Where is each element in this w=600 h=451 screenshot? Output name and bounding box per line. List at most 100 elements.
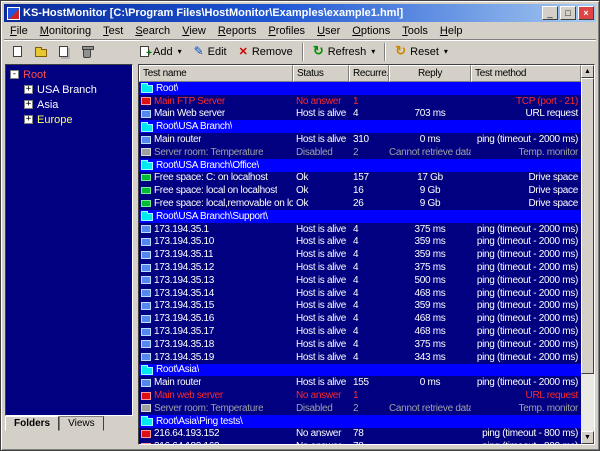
- test-row[interactable]: Main router Host is alive 155 0 ms ping (tim…: [139, 376, 581, 389]
- test-recurrences: 4: [353, 223, 359, 235]
- tree-node-asia[interactable]: + Asia: [6, 97, 132, 112]
- folder-row[interactable]: Root\USA Branch\Office\: [139, 158, 581, 172]
- reset-button[interactable]: Reset ▾: [389, 42, 454, 62]
- menu-options[interactable]: Options: [346, 23, 396, 39]
- tree-node-usa-branch[interactable]: + USA Branch: [6, 82, 132, 97]
- menu-view[interactable]: View: [176, 23, 212, 39]
- maximize-button[interactable]: □: [560, 6, 576, 20]
- close-button[interactable]: ×: [578, 6, 594, 20]
- folder-row[interactable]: Root\Asia\: [139, 363, 581, 377]
- column-header-test-name[interactable]: Test name: [139, 65, 293, 82]
- dropdown-arrow-icon[interactable]: ▾: [371, 47, 375, 56]
- scrollbar-thumb[interactable]: [581, 78, 594, 374]
- menu-reports[interactable]: Reports: [212, 23, 263, 39]
- add-button[interactable]: Add ▾: [134, 42, 188, 62]
- test-name: Main FTP Server: [154, 95, 225, 107]
- expand-icon[interactable]: +: [24, 115, 33, 124]
- refresh-button[interactable]: Refresh ▾: [307, 42, 381, 62]
- tree-node-europe[interactable]: + Europe: [6, 112, 132, 127]
- test-row[interactable]: Main FTP Server No answer 1 TCP (port - 21): [139, 95, 581, 108]
- test-row[interactable]: 173.194.35.17 Host is alive 4 468 ms ping (t…: [139, 325, 581, 338]
- menu-user[interactable]: User: [311, 23, 346, 39]
- test-row[interactable]: 173.194.35.14 Host is alive 4 468 ms ping (t…: [139, 287, 581, 300]
- menu-help[interactable]: Help: [434, 23, 469, 39]
- menu-monitoring[interactable]: Monitoring: [34, 23, 97, 39]
- tree-node-root[interactable]: - Root: [6, 67, 132, 82]
- menu-test[interactable]: Test: [97, 23, 129, 39]
- test-row[interactable]: Server room: Temperature Disabled 2 Cannot …: [139, 402, 581, 415]
- test-row[interactable]: 173.194.35.16 Host is alive 4 468 ms ping (t…: [139, 312, 581, 325]
- vertical-scrollbar[interactable]: ▲ ▼: [581, 65, 594, 444]
- expand-icon[interactable]: +: [24, 100, 33, 109]
- test-method: TCP (port - 21): [516, 95, 578, 107]
- copy-button[interactable]: [53, 42, 74, 62]
- test-row[interactable]: 173.194.35.18 Host is alive 4 375 ms ping (t…: [139, 338, 581, 351]
- scroll-down-button[interactable]: ▼: [581, 431, 594, 444]
- remove-button[interactable]: Remove: [233, 42, 299, 62]
- test-row[interactable]: 173.194.35.12 Host is alive 4 375 ms ping (t…: [139, 261, 581, 274]
- test-row[interactable]: 173.194.35.11 Host is alive 4 359 ms ping (t…: [139, 248, 581, 261]
- menu-search[interactable]: Search: [129, 23, 176, 39]
- scroll-up-button[interactable]: ▲: [581, 65, 594, 78]
- test-method: ping (timeout - 2000 ms): [476, 236, 578, 248]
- new-folder-button[interactable]: [30, 42, 51, 62]
- test-row[interactable]: Free space: local,removable on loc... Ok 2…: [139, 197, 581, 210]
- test-status: Host is alive: [296, 338, 347, 350]
- test-reply: 9 Gb: [419, 198, 441, 210]
- delete-button[interactable]: [76, 42, 97, 62]
- test-row[interactable]: Server room: Temperature Disabled 2 Cannot …: [139, 146, 581, 159]
- test-recurrences: 78: [349, 441, 389, 444]
- column-header-recurre[interactable]: Recurre...: [349, 65, 389, 82]
- folder-row[interactable]: Root\USA Branch\Support\: [139, 209, 581, 223]
- tab-views[interactable]: Views: [59, 416, 104, 431]
- menu-tools[interactable]: Tools: [396, 23, 434, 39]
- host-dead-icon: [141, 391, 151, 400]
- expand-icon[interactable]: +: [24, 85, 33, 94]
- tab-folders[interactable]: Folders: [5, 416, 60, 431]
- test-name: Main web server: [154, 390, 223, 402]
- minimize-button[interactable]: _: [542, 6, 558, 20]
- column-header-test-method[interactable]: Test method: [471, 65, 581, 82]
- collapse-icon[interactable]: -: [10, 70, 19, 79]
- test-name-cell: Main router: [139, 134, 293, 145]
- tree-node-label: USA Branch: [37, 83, 97, 96]
- test-row[interactable]: Main web server No answer 1 URL request: [139, 389, 581, 402]
- test-row[interactable]: 173.194.35.13 Host is alive 4 500 ms ping (t…: [139, 274, 581, 287]
- table-header: Test nameStatusRecurre...ReplyTest metho…: [139, 65, 581, 82]
- test-method: ping (timeout - 2000 ms): [476, 134, 578, 146]
- dropdown-arrow-icon[interactable]: ▾: [444, 47, 448, 56]
- folder-tree[interactable]: - Root + USA Branch + Asia + Europe: [5, 64, 133, 416]
- column-header-status[interactable]: Status: [293, 65, 349, 82]
- test-row[interactable]: Main Web server Host is alive 4 703 ms URL r…: [139, 108, 581, 121]
- test-row[interactable]: Free space: C: on localhost Ok 157 17 Gb Dri…: [139, 172, 581, 185]
- test-row[interactable]: 173.194.35.19 Host is alive 4 343 ms ping (t…: [139, 351, 581, 364]
- column-header-reply[interactable]: Reply: [389, 65, 471, 82]
- test-reply: 0 ms: [419, 377, 441, 389]
- test-name-cell: 173.194.35.14: [139, 288, 293, 299]
- test-row[interactable]: 216.64.182.163 No answer78 ping (timeout -…: [139, 440, 581, 444]
- test-row[interactable]: Main router Host is alive 310 0 ms ping (tim…: [139, 133, 581, 146]
- test-row[interactable]: 173.194.35.10 Host is alive 4 359 ms ping (t…: [139, 236, 581, 249]
- test-recurrences: 157: [353, 172, 369, 184]
- sidebar: - Root + USA Branch + Asia + Europe Folders View…: [5, 64, 133, 445]
- test-row[interactable]: Free space: local on localhost Ok 16 9 Gb Dr…: [139, 184, 581, 197]
- new-item-button[interactable]: [7, 42, 28, 62]
- dropdown-arrow-icon[interactable]: ▾: [178, 47, 182, 56]
- host-alive-icon: [141, 327, 151, 336]
- folder-row[interactable]: Root\USA Branch\: [139, 120, 581, 134]
- refresh-icon: [313, 45, 324, 58]
- folder-row[interactable]: Root\Asia\Ping tests\: [139, 414, 581, 428]
- folder-row[interactable]: Root\: [139, 82, 581, 95]
- menu-profiles[interactable]: Profiles: [262, 23, 311, 39]
- test-row[interactable]: 173.194.35.15 Host is alive 4 359 ms ping (t…: [139, 300, 581, 313]
- host-alive-icon: [141, 276, 151, 285]
- host-alive-icon: [141, 237, 151, 246]
- test-name-cell: 173.194.35.15: [139, 300, 293, 311]
- test-name: Free space: C: on localhost: [154, 172, 268, 184]
- test-recurrences: 16: [353, 185, 364, 197]
- test-row[interactable]: 216.64.193.152 No answer 78 ping (timeout -…: [139, 428, 581, 441]
- menu-file[interactable]: File: [4, 23, 34, 39]
- test-row[interactable]: 173.194.35.1 Host is alive 4 375 ms ping (ti…: [139, 223, 581, 236]
- edit-button[interactable]: Edit: [188, 42, 233, 62]
- title-bar[interactable]: KS-HostMonitor [C:\Program Files\HostMon…: [4, 4, 596, 22]
